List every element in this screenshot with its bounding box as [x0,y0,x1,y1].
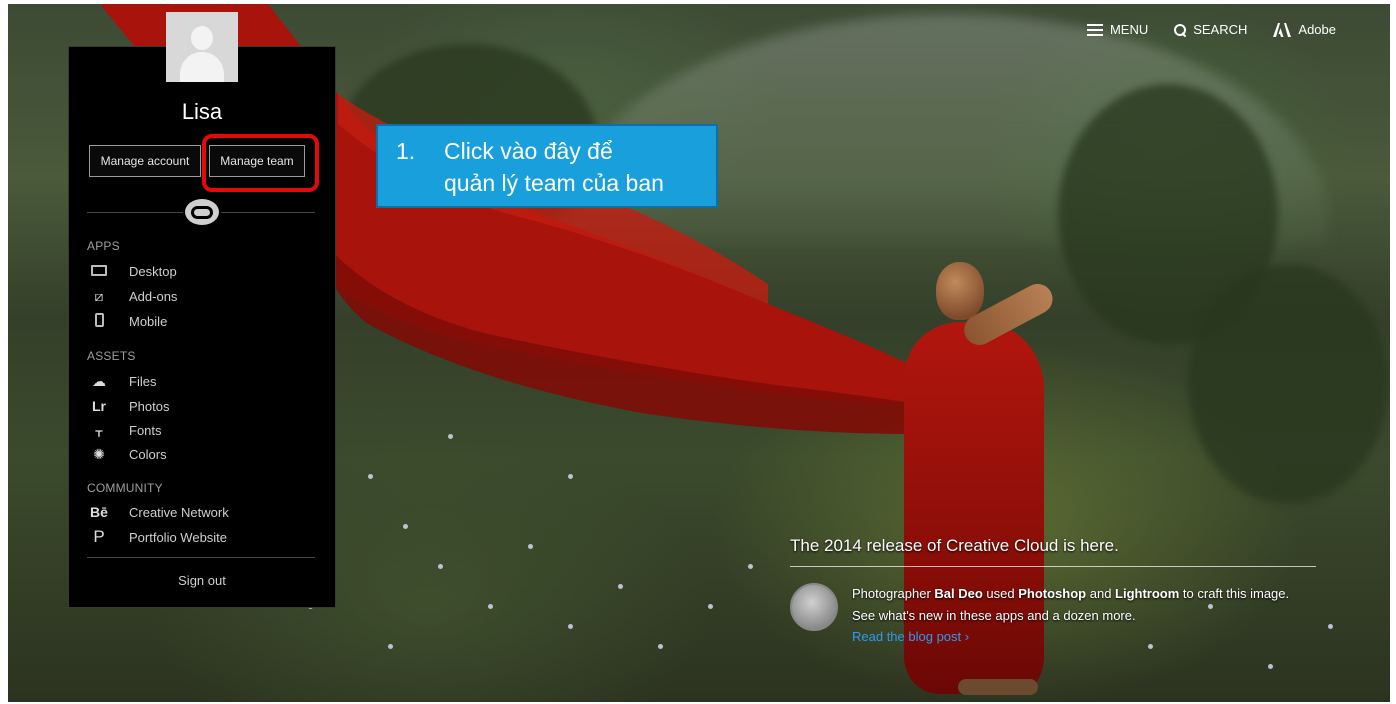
callout-text: Click vào đây để quản lý team của ban [444,138,664,196]
app-name: Photoshop [1018,586,1087,601]
item-label: Fonts [129,423,162,438]
promo-block: The 2014 release of Creative Cloud is he… [790,536,1316,644]
sidebar-item-photos[interactable]: Lr Photos [87,398,169,414]
sidebar-item-colors[interactable]: ✺ Colors [87,446,167,463]
lightroom-icon: Lr [92,398,106,414]
divider [221,212,315,213]
adobe-label: Adobe [1298,22,1336,37]
divider [87,212,183,213]
adobe-brand-link[interactable]: Adobe [1273,22,1336,37]
menu-button[interactable]: MENU [1086,22,1149,37]
search-label: SEARCH [1193,22,1248,37]
portfolio-icon: P [93,527,105,546]
account-panel: Lisa Manage account Manage team APPS Des… [68,46,336,608]
sidebar-item-creative-network[interactable]: Bē Creative Network [87,504,229,520]
item-label: Photos [129,398,170,414]
addons-icon: ⧄ [94,288,104,304]
username: Lisa [181,99,223,124]
hamburger-icon [1086,23,1103,36]
item-label: Desktop [129,263,177,279]
typekit-icon: ᚁ [95,422,103,438]
avatar [166,12,238,82]
sidebar-item-files[interactable]: ☁ Files [87,373,156,390]
blog-post-link[interactable]: Read the blog post › [852,629,969,644]
color-wheel-icon: ✺ [93,446,105,462]
app-name: Lightroom [1115,586,1180,601]
callout-number: 1. [396,138,416,164]
sign-out-link[interactable]: Sign out [69,573,335,588]
promo-title: The 2014 release of Creative Cloud is he… [790,536,1316,567]
item-label: Add-ons [129,289,178,304]
menu-label: MENU [1109,22,1149,37]
tutorial-callout: 1. Click vào đây để quản lý team của ban [376,124,718,208]
divider [87,557,315,558]
creative-cloud-icon [185,199,219,225]
monk-feet [958,679,1038,695]
manage-account-button[interactable]: Manage account [89,145,201,177]
photographer-avatar [790,583,838,631]
manage-team-highlight [202,134,319,192]
search-icon [1174,23,1187,36]
section-apps: APPS [87,239,120,253]
monitor-icon [87,263,111,279]
phone-icon [87,313,111,330]
search-button[interactable]: SEARCH [1174,22,1247,37]
sidebar-item-fonts[interactable]: ᚁ Fonts [87,422,162,439]
item-label: Portfolio Website [129,529,228,545]
promo-description: Photographer Bal Deo used Photoshop and … [852,586,1290,623]
sidebar-item-addons[interactable]: ⧄ Add-ons [87,288,178,305]
item-label: Mobile [129,314,168,329]
sidebar-item-portfolio[interactable]: P Portfolio Website [87,527,227,547]
sidebar-item-mobile[interactable]: Mobile [87,313,167,330]
item-label: Colors [129,447,167,462]
section-assets: ASSETS [87,349,136,363]
monk-head [936,262,984,320]
sidebar-item-desktop[interactable]: Desktop [87,263,177,279]
cloud-upload-icon: ☁ [92,373,106,389]
item-label: Files [129,374,157,389]
photographer-name: Bal Deo [934,586,983,601]
adobe-logo-icon [1273,22,1292,37]
behance-icon: Bē [90,504,108,520]
item-label: Creative Network [129,504,229,520]
section-community: COMMUNITY [87,481,163,495]
top-navigation: MENU SEARCH Adobe [1086,22,1336,37]
